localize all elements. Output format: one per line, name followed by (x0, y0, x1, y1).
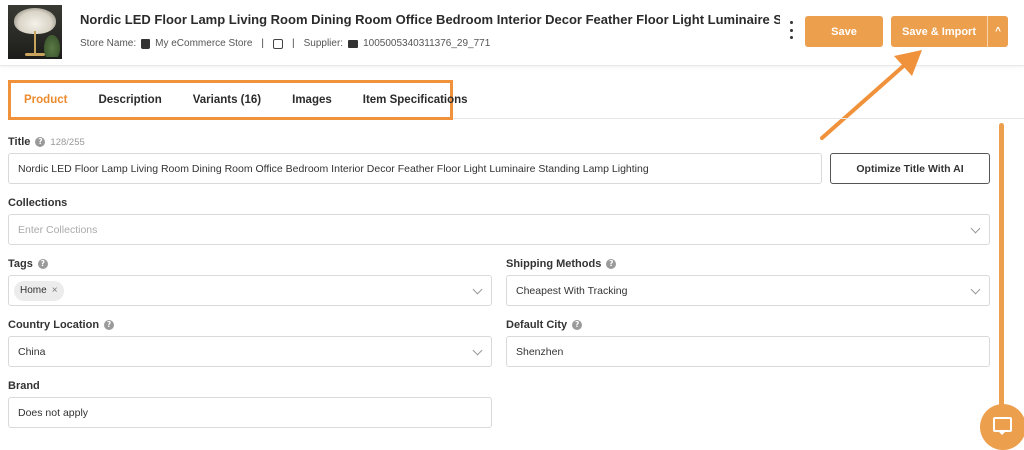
product-title: Nordic LED Floor Lamp Living Room Dining… (80, 12, 780, 27)
brand-label: Brand (8, 380, 40, 392)
help-icon[interactable]: ? (35, 137, 46, 147)
note-icon[interactable] (273, 38, 283, 49)
product-thumbnail (8, 5, 62, 59)
collections-select[interactable]: Enter Collections (8, 214, 990, 245)
chevron-up-icon[interactable]: ^ (988, 26, 1008, 37)
separator: | (261, 38, 264, 49)
tab-description[interactable]: Description (98, 94, 161, 106)
default-city-label: Default City ? (506, 319, 583, 331)
country-location-label: Country Location ? (8, 319, 115, 331)
tag-chip-label: Home (20, 285, 47, 296)
tab-variants[interactable]: Variants (16) (193, 94, 261, 106)
shipping-methods-label: Shipping Methods ? (506, 258, 617, 270)
tags-select[interactable]: Home × (8, 275, 492, 306)
save-import-label[interactable]: Save & Import (891, 26, 987, 38)
collections-label: Collections (8, 197, 68, 209)
title-label-text: Title (8, 136, 31, 148)
title-char-counter: 128/255 (50, 136, 85, 148)
close-icon[interactable]: × (52, 285, 58, 296)
default-city-input[interactable]: Shenzhen (506, 336, 990, 367)
mail-icon (348, 39, 359, 48)
shopping-bag-icon (141, 38, 151, 49)
tabs-divider (453, 118, 1024, 119)
chat-icon (993, 417, 1012, 432)
help-icon[interactable]: ? (104, 320, 115, 330)
separator: | (292, 38, 295, 49)
tags-label: Tags ? (8, 258, 48, 270)
title-label: Title ? 128/255 (8, 136, 85, 148)
help-icon[interactable]: ? (37, 259, 48, 269)
title-input[interactable]: Nordic LED Floor Lamp Living Room Dining… (8, 153, 822, 184)
tab-product[interactable]: Product (24, 94, 67, 106)
more-vertical-icon[interactable] (788, 21, 794, 39)
save-button[interactable]: Save (805, 16, 883, 47)
chevron-down-icon (970, 284, 981, 295)
optimize-title-button[interactable]: Optimize Title With AI (830, 153, 990, 184)
brand-input[interactable]: Does not apply (8, 397, 492, 428)
shipping-methods-value: Cheapest With Tracking (516, 284, 628, 297)
chevron-down-icon (472, 345, 483, 356)
shipping-methods-select[interactable]: Cheapest With Tracking (506, 275, 990, 306)
tab-item-specifications[interactable]: Item Specifications (363, 94, 468, 106)
chevron-down-icon (970, 223, 981, 234)
product-header: Nordic LED Floor Lamp Living Room Dining… (0, 0, 1024, 66)
tag-chip: Home × (14, 280, 64, 301)
chat-button[interactable] (980, 404, 1024, 450)
store-label: Store Name: (80, 38, 137, 49)
supplier-label: Supplier: (303, 38, 344, 49)
country-location-value: China (18, 345, 46, 358)
product-meta: Store Name: My eCommerce Store | | Suppl… (80, 38, 490, 49)
store-name: My eCommerce Store (155, 38, 253, 49)
country-location-label-text: Country Location (8, 319, 100, 331)
tags-label-text: Tags (8, 258, 33, 270)
help-icon[interactable]: ? (606, 259, 617, 269)
shipping-methods-label-text: Shipping Methods (506, 258, 602, 270)
help-icon[interactable]: ? (572, 320, 583, 330)
country-location-select[interactable]: China (8, 336, 492, 367)
tab-images[interactable]: Images (292, 94, 332, 106)
supplier-id: 1005005340311376_29_771 (363, 38, 491, 49)
product-tabs: Product Description Variants (16) Images… (8, 80, 468, 120)
collections-placeholder: Enter Collections (18, 223, 98, 236)
save-import-button[interactable]: Save & Import ^ (891, 16, 1008, 47)
chevron-down-icon (472, 284, 483, 295)
scrollbar[interactable] (999, 123, 1004, 425)
default-city-label-text: Default City (506, 319, 568, 331)
